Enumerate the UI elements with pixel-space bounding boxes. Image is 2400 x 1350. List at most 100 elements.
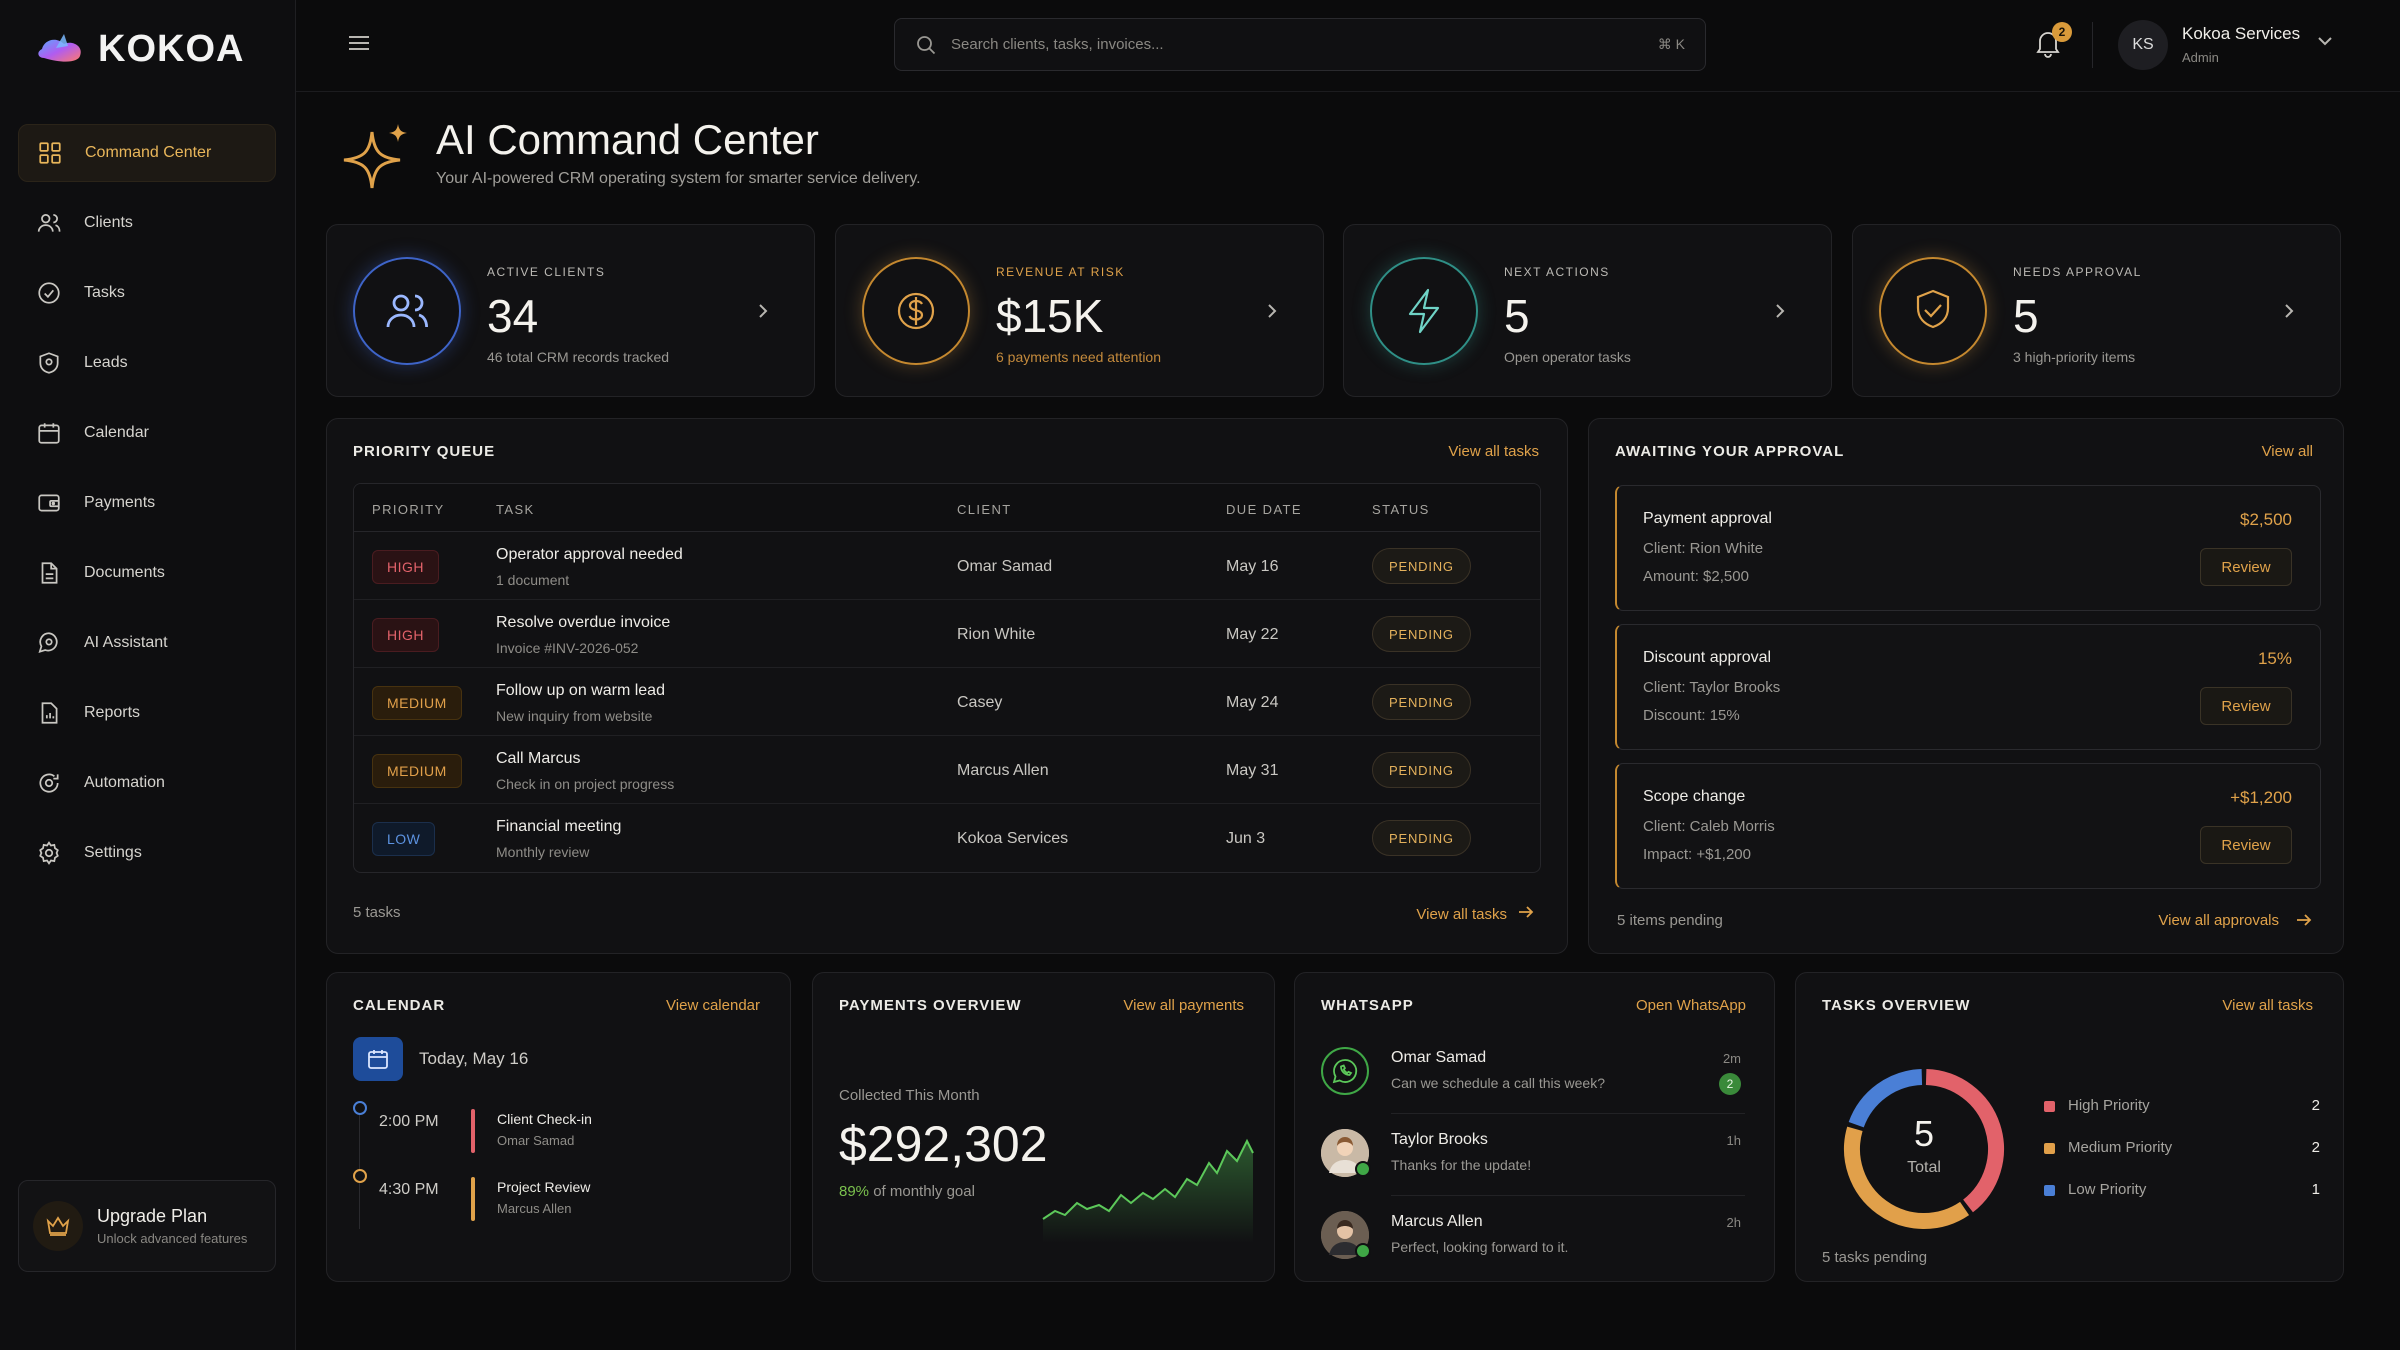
sidebar-item-payments[interactable]: Payments (18, 474, 276, 532)
column-header[interactable]: CLIENT (957, 502, 1012, 517)
column-header[interactable]: PRIORITY (372, 502, 445, 517)
priority-badge: HIGH (372, 618, 439, 652)
stat-value: $15K (996, 290, 1104, 342)
topbar-divider (2092, 22, 2093, 68)
event-title[interactable]: Project Review (497, 1179, 590, 1195)
upgrade-plan-card[interactable]: Upgrade Plan Unlock advanced features (18, 1180, 276, 1272)
arrow-right-icon[interactable] (2295, 913, 2313, 927)
stat-label: REVENUE AT RISK (996, 265, 1125, 279)
due-date: May 24 (1226, 694, 1279, 711)
task-title[interactable]: Follow up on warm lead (496, 682, 665, 700)
view-all-approvals-link[interactable]: View all (2262, 443, 2313, 460)
whatsapp-conversation[interactable]: Omar Samad Can we schedule a call this w… (1321, 1043, 1745, 1123)
user-name[interactable]: Kokoa Services (2182, 24, 2300, 44)
avatar[interactable]: KS (2118, 20, 2168, 70)
task-title[interactable]: Resolve overdue invoice (496, 614, 670, 632)
event-color-bar (471, 1109, 475, 1153)
sidebar-item-leads[interactable]: Leads (18, 334, 276, 392)
kokoa-logo-icon (38, 33, 81, 62)
calendar-today: Today, May 16 (419, 1049, 529, 1068)
sidebar-item-calendar[interactable]: Calendar (18, 404, 276, 462)
payments-goal: 89% of monthly goal (839, 1183, 975, 1200)
online-indicator (1355, 1243, 1371, 1259)
chevron-right-icon (2285, 304, 2294, 318)
brand-name: KOKOA (98, 28, 245, 70)
table-row[interactable]: MEDIUM Call Marcus Check in on project p… (354, 736, 1540, 804)
stat-card-active-clients[interactable]: ACTIVE CLIENTS 34 46 total CRM records t… (326, 224, 815, 397)
table-row[interactable]: HIGH Operator approval needed 1 document… (354, 532, 1540, 600)
event-title[interactable]: Client Check-in (497, 1111, 592, 1127)
whatsapp-conversation[interactable]: Marcus Allen Perfect, looking forward to… (1321, 1207, 1745, 1287)
sidebar-item-settings[interactable]: Settings (18, 824, 276, 882)
menu-icon[interactable] (346, 32, 372, 54)
status-badge: PENDING (1372, 548, 1471, 584)
message-time: 2h (1726, 1215, 1741, 1230)
payments-label: Collected This Month (839, 1087, 980, 1104)
chevron-down-icon[interactable] (2316, 34, 2334, 48)
approval-amount: +$1,200 (2230, 788, 2292, 807)
timeline-dot (353, 1101, 367, 1115)
search-bar[interactable]: Search clients, tasks, invoices... ⌘ K (894, 18, 1706, 71)
approval-client: Client: Taylor Brooks (1643, 679, 1781, 696)
view-calendar-link[interactable]: View calendar (666, 997, 760, 1014)
stat-subtext: 6 payments need attention (996, 349, 1162, 365)
approval-title: Payment approval (1643, 510, 1772, 527)
view-all-tasks-link[interactable]: View all tasks (1448, 443, 1539, 460)
task-title[interactable]: Call Marcus (496, 750, 580, 768)
whatsapp-conversation[interactable]: Taylor Brooks Thanks for the update! 1h (1321, 1125, 1745, 1205)
view-all-tasks-footer-link[interactable]: View all tasks (1416, 906, 1507, 923)
sidebar-item-tasks[interactable]: Tasks (18, 264, 276, 322)
legend-swatch (2044, 1101, 2055, 1112)
approval-item[interactable]: Discount approval Client: Taylor Brooks … (1615, 624, 2321, 750)
due-date: May 31 (1226, 762, 1279, 779)
section-title: WHATSAPP (1321, 997, 1414, 1014)
sidebar: KOKOA Command Center Clients Tasks Leads… (0, 0, 296, 1350)
approval-item[interactable]: Payment approval Client: Rion White Amou… (1615, 485, 2321, 611)
sidebar-item-label: Clients (84, 214, 133, 231)
search-input[interactable]: Search clients, tasks, invoices... (951, 36, 1644, 53)
column-header[interactable]: TASK (496, 502, 535, 517)
column-header[interactable]: DUE DATE (1226, 502, 1302, 517)
sidebar-item-automation[interactable]: Automation (18, 754, 276, 812)
sidebar-item-reports[interactable]: Reports (18, 684, 276, 742)
sidebar-item-ai-assistant[interactable]: AI Assistant (18, 614, 276, 672)
review-button[interactable]: Review (2200, 826, 2292, 864)
task-title[interactable]: Financial meeting (496, 818, 621, 836)
stat-card-revenue-at-risk[interactable]: REVENUE AT RISK $15K 6 payments need att… (835, 224, 1324, 397)
view-all-approvals-footer-link[interactable]: View all approvals (2158, 912, 2279, 929)
view-all-payments-link[interactable]: View all payments (1123, 997, 1244, 1014)
legend-value: 1 (2311, 1181, 2320, 1198)
stat-value: 5 (2013, 290, 2039, 342)
priority-badge: MEDIUM (372, 686, 462, 720)
stat-card-next-actions[interactable]: NEXT ACTIONS 5 Open operator tasks (1343, 224, 1832, 397)
donut-total: 5 (1913, 1113, 1935, 1154)
unread-badge: 2 (1719, 1073, 1741, 1095)
stat-label: NEXT ACTIONS (1504, 265, 1610, 279)
legend-label: Low Priority (2068, 1181, 2147, 1198)
sidebar-item-clients[interactable]: Clients (18, 194, 276, 252)
sidebar-item-label: Automation (84, 774, 165, 791)
sidebar-item-documents[interactable]: Documents (18, 544, 276, 602)
review-button[interactable]: Review (2200, 687, 2292, 725)
tasks-overview-panel: TASKS OVERVIEW View all tasks 5 Total Hi… (1795, 972, 2344, 1282)
approval-client: Client: Caleb Morris (1643, 818, 1775, 835)
table-row[interactable]: LOW Financial meeting Monthly review Kok… (354, 804, 1540, 872)
review-button[interactable]: Review (2200, 548, 2292, 586)
task-title[interactable]: Operator approval needed (496, 546, 683, 564)
task-subtitle: Invoice #INV-2026-052 (496, 640, 639, 656)
brand-logo[interactable]: KOKOA (34, 28, 244, 71)
table-row[interactable]: MEDIUM Follow up on warm lead New inquir… (354, 668, 1540, 736)
open-whatsapp-link[interactable]: Open WhatsApp (1636, 997, 1746, 1014)
automation-icon (39, 773, 59, 793)
view-all-tasks-overview-link[interactable]: View all tasks (2222, 997, 2313, 1014)
message-preview: Thanks for the update! (1391, 1157, 1532, 1173)
timeline-dot (353, 1169, 367, 1183)
donut-total-label: Total (1907, 1159, 1941, 1176)
calendar-panel: CALENDAR View calendar Today, May 16 2:0… (326, 972, 791, 1282)
stat-card-needs-approval[interactable]: NEEDS APPROVAL 5 3 high-priority items (1852, 224, 2341, 397)
column-header[interactable]: STATUS (1372, 502, 1430, 517)
arrow-right-icon[interactable] (1517, 905, 1535, 919)
approval-item[interactable]: Scope change Client: Caleb Morris Impact… (1615, 763, 2321, 889)
table-row[interactable]: HIGH Resolve overdue invoice Invoice #IN… (354, 600, 1540, 668)
sidebar-item-command-center[interactable]: Command Center (18, 124, 276, 182)
